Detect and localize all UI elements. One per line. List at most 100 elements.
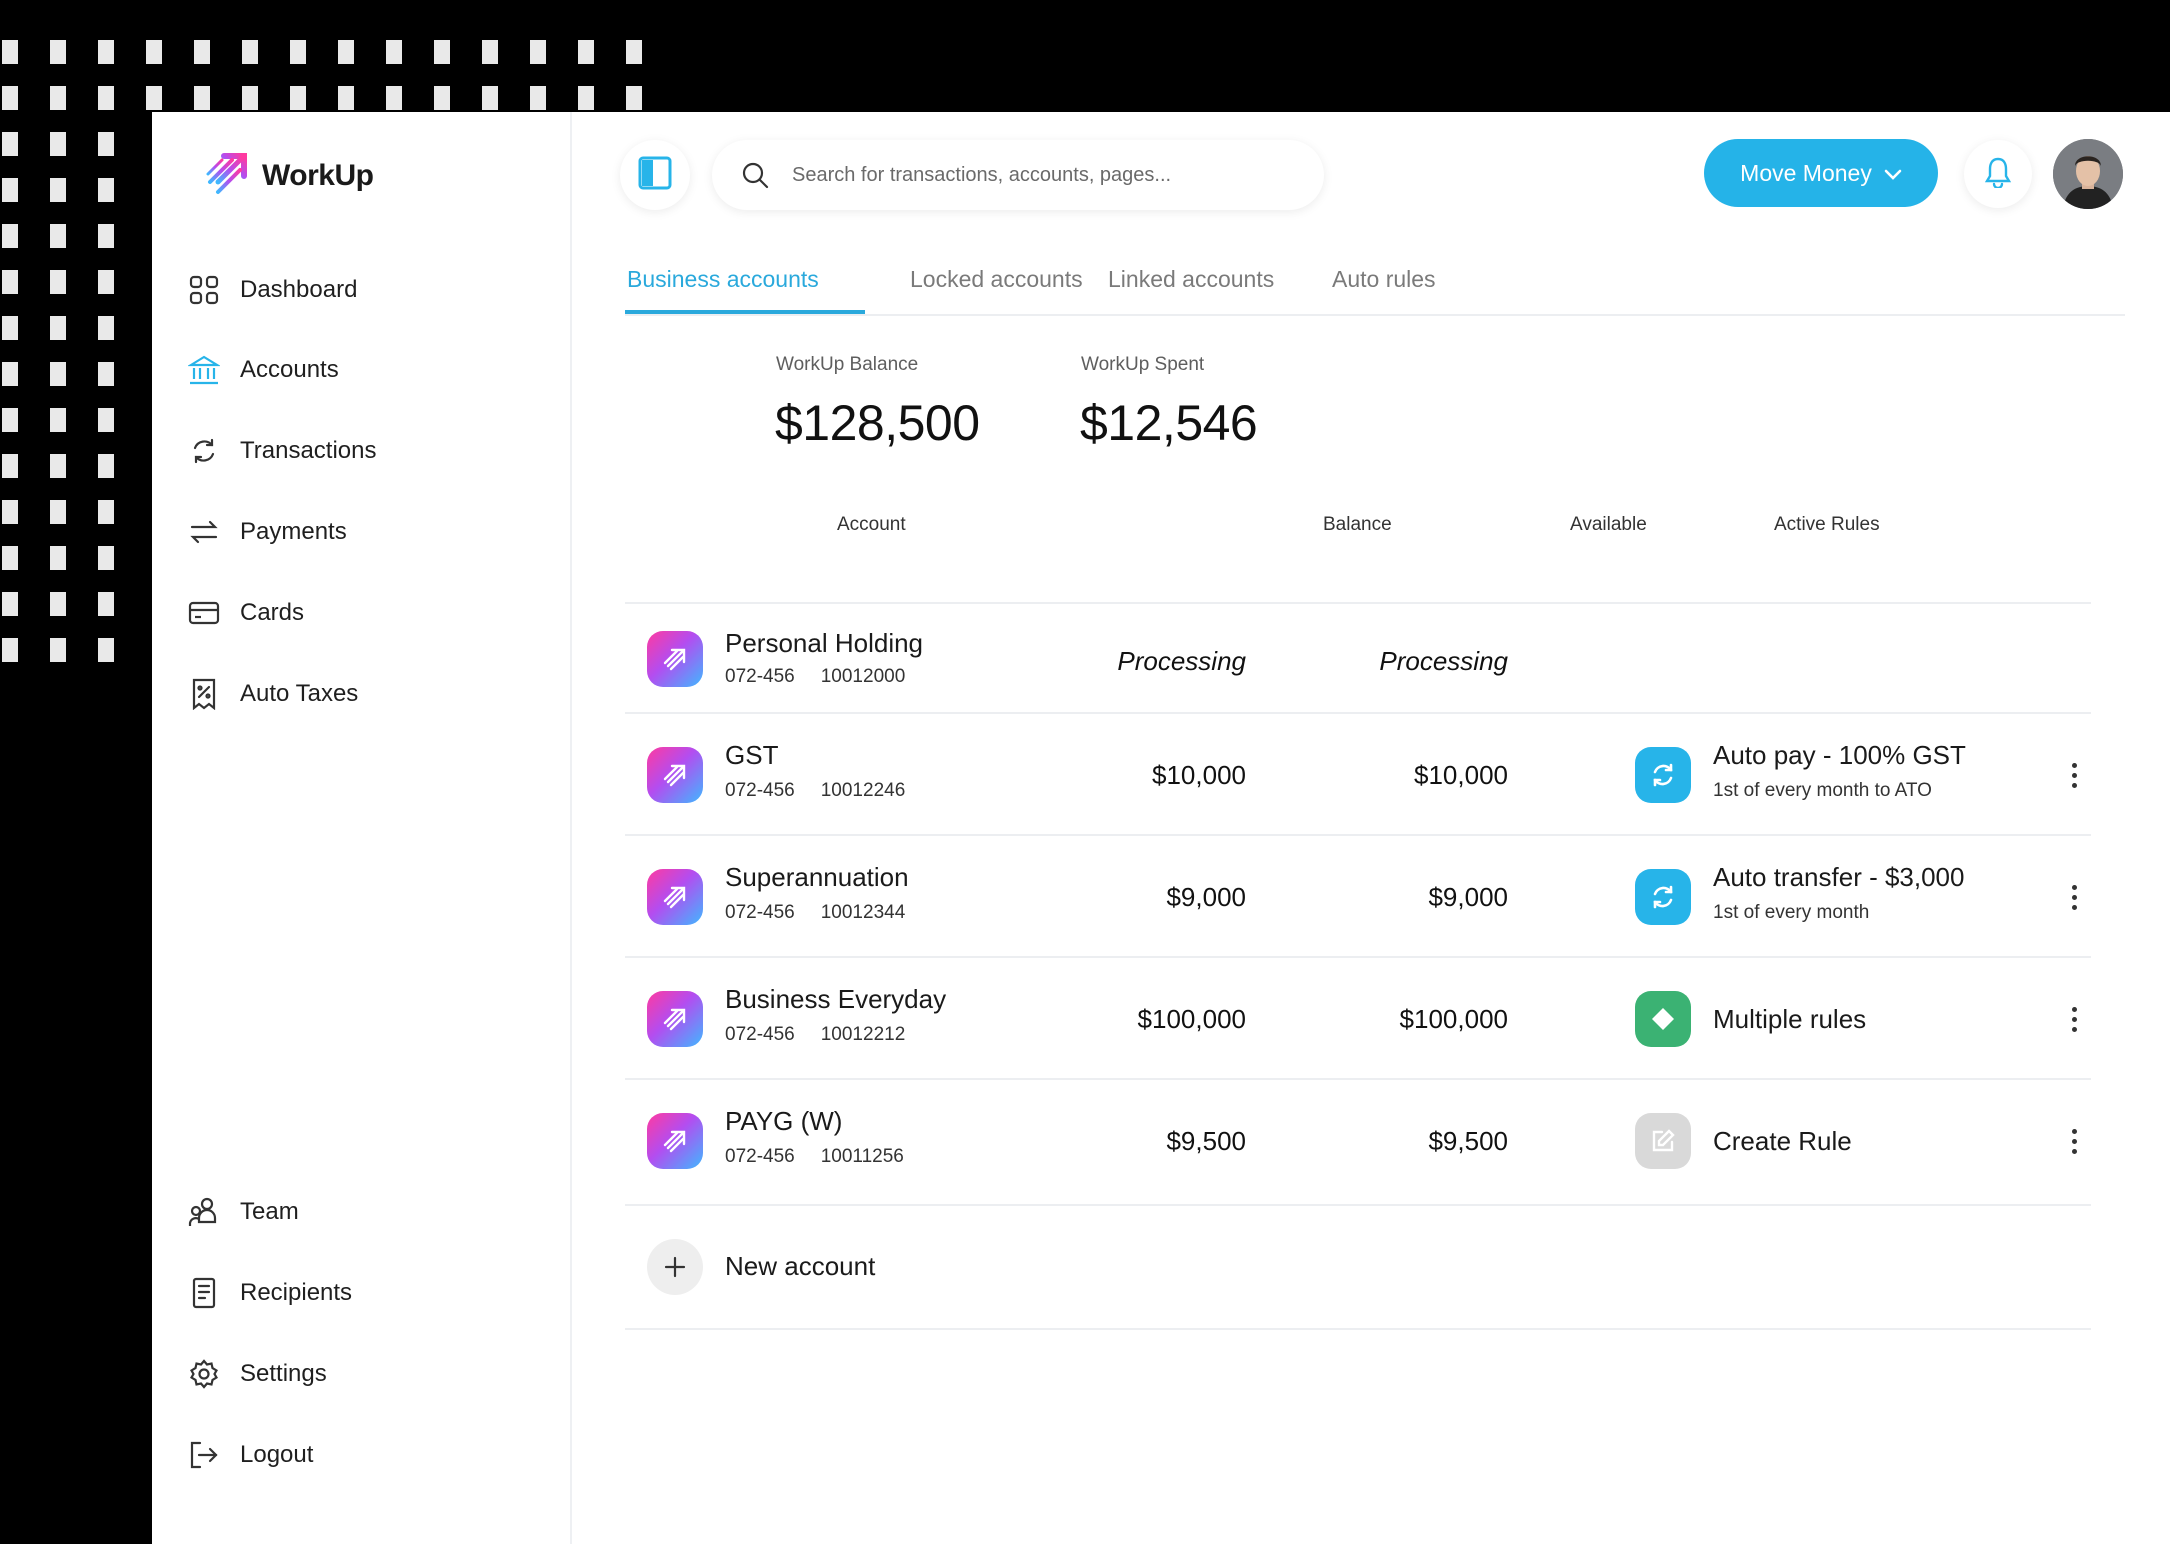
move-money-button[interactable]: Move Money [1704,139,1938,207]
tab-locked-accounts[interactable]: Locked accounts [910,266,1083,293]
pattern-square [98,454,114,478]
transfer-arrows-icon [188,516,220,548]
sidebar-item-auto-taxes[interactable]: Auto Taxes [188,672,358,716]
pattern-square [50,546,66,570]
search-input[interactable] [790,162,1294,188]
pattern-square [2,592,18,616]
spent-value: $12,546 [1080,395,1258,451]
rule-title[interactable]: Auto pay - 100% GST [1713,740,1966,771]
pattern-square [194,40,210,64]
pattern-square [482,40,498,64]
pattern-square [146,40,162,64]
pattern-square [434,86,450,110]
account-name: Business Everyday [725,984,947,1014]
sidebar-item-payments[interactable]: Payments [188,510,347,554]
pattern-square [98,178,114,202]
pattern-square [50,500,66,524]
sidebar-item-dashboard[interactable]: Dashboard [188,268,357,312]
account-number: 072-456 10012000 [725,666,906,687]
tab-business-accounts[interactable]: Business accounts [627,266,819,293]
account-tabs: Business accounts Locked accounts Linked… [625,250,2125,316]
pattern-square [98,86,114,110]
pattern-square [2,270,18,294]
row-menu-button[interactable] [2059,755,2089,795]
pattern-square [50,86,66,110]
search-bar[interactable] [712,140,1324,210]
pattern-square [50,40,66,64]
column-header-balance: Balance [1323,514,1392,535]
sidebar-item-settings[interactable]: Settings [188,1352,327,1396]
account-name: Superannuation [725,862,909,892]
pattern-square [50,316,66,340]
new-account-row[interactable]: New account [625,1204,2091,1330]
rule-diamond-icon [1635,991,1691,1047]
pattern-square [98,362,114,386]
row-menu-button[interactable] [2059,1121,2089,1161]
pattern-square [578,40,594,64]
sidebar-item-label: Payments [240,518,347,545]
pattern-square [626,40,642,64]
sidebar-toggle-button[interactable] [620,140,690,210]
spent-label: WorkUp Spent [1081,354,1205,375]
pattern-square [290,40,306,64]
search-icon [740,160,770,190]
table-row[interactable]: Personal Holding 072-456 10012000 Process… [625,602,2091,714]
tab-auto-rules[interactable]: Auto rules [1332,266,1436,293]
rule-title[interactable]: Multiple rules [1713,1004,1866,1035]
team-icon [188,1196,220,1228]
row-menu-button[interactable] [2059,877,2089,917]
account-number: 072-456 10012344 [725,902,906,923]
active-tab-indicator [625,310,865,314]
rule-edit-icon[interactable] [1635,1113,1691,1169]
pattern-square [2,316,18,340]
chevron-down-icon [1884,160,1902,187]
sidebar-item-label: Accounts [240,356,339,383]
bank-icon [188,354,220,386]
rule-subtitle: 1st of every month [1713,902,1870,923]
brand-logo[interactable]: WorkUp [204,150,374,201]
table-row[interactable]: GST 072-456 10012246 $10,000 $10,000 Auto… [625,712,2091,836]
new-account-label[interactable]: New account [725,1251,875,1282]
table-row[interactable]: PAYG (W) 072-456 10011256 $9,500 $9,500 C… [625,1078,2091,1204]
pattern-square [98,40,114,64]
user-avatar[interactable] [2053,139,2123,209]
sidebar-item-logout[interactable]: Logout [188,1433,313,1477]
pattern-square [2,638,18,662]
account-number: 072-456 10011256 [725,1146,904,1167]
create-rule-link[interactable]: Create Rule [1713,1126,1852,1157]
pattern-square [2,40,18,64]
pattern-square [2,178,18,202]
row-menu-button[interactable] [2059,999,2089,1039]
account-balance: Processing [1117,646,1246,676]
account-name: Personal Holding [725,628,924,658]
pattern-square [50,408,66,432]
grid-icon [188,274,220,306]
sidebar-item-label: Transactions [240,437,377,464]
pattern-square [194,86,210,110]
sidebar-item-transactions[interactable]: Transactions [188,429,377,473]
table-row[interactable]: Superannuation 072-456 10012344 $9,000 $9… [625,834,2091,958]
pattern-square [530,40,546,64]
gear-icon [188,1358,220,1390]
sidebar-item-team[interactable]: Team [188,1190,299,1234]
column-header-account: Account [837,514,906,535]
sidebar-item-recipients[interactable]: Recipients [188,1271,352,1315]
pattern-square [98,500,114,524]
sidebar-item-accounts[interactable]: Accounts [188,348,339,392]
tab-linked-accounts[interactable]: Linked accounts [1108,266,1274,293]
sidebar-item-label: Logout [240,1441,314,1468]
rule-title[interactable]: Auto transfer - $3,000 [1713,862,1964,893]
refresh-icon [188,435,220,467]
pattern-square [50,638,66,662]
pattern-square [146,86,162,110]
notifications-button[interactable] [1964,140,2032,208]
card-icon [188,597,220,629]
balance-label: WorkUp Balance [776,354,919,375]
document-list-icon [188,1277,220,1309]
pattern-square [386,40,402,64]
sidebar-item-cards[interactable]: Cards [188,591,304,635]
table-row[interactable]: Business Everyday 072-456 10012212 $100,0… [625,956,2091,1080]
pattern-square [338,40,354,64]
pattern-square [50,592,66,616]
plus-icon[interactable] [647,1239,703,1295]
